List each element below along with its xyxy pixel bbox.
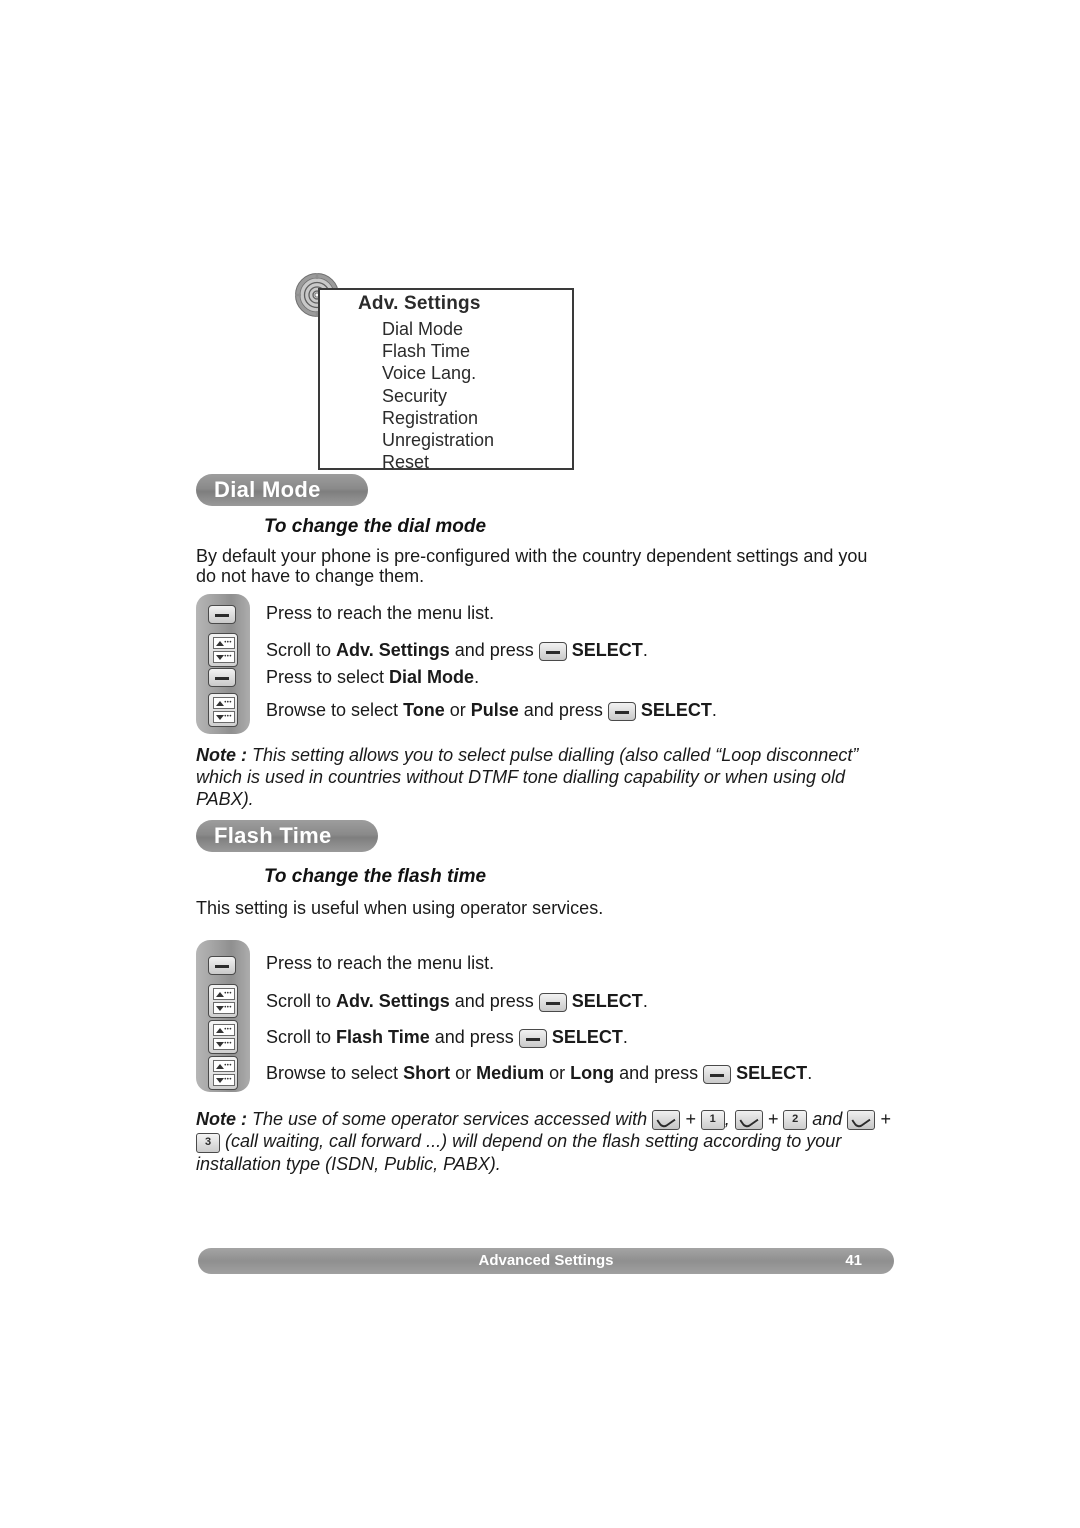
digit-key-3-icon: 3 bbox=[196, 1132, 220, 1153]
note-body-a: The use of some operator services access… bbox=[247, 1109, 653, 1129]
manual-page: Adv. Settings Dial Mode Flash Time Voice… bbox=[0, 0, 1080, 1528]
note-flash-time: Note : The use of some operator services… bbox=[196, 1108, 906, 1175]
steps-block-flash-time: Press to reach the menu list. ••• ••• Sc… bbox=[196, 940, 896, 1092]
nav-key-icon: ••• ••• bbox=[208, 633, 238, 667]
select-key-icon bbox=[208, 605, 236, 624]
page-footer: Advanced Settings 41 bbox=[198, 1248, 894, 1274]
menu-item: Reset bbox=[382, 452, 430, 473]
menu-item: Voice Lang. bbox=[382, 363, 477, 384]
select-key-icon bbox=[703, 1064, 732, 1084]
handset-key-icon bbox=[652, 1110, 681, 1131]
note-and: and bbox=[807, 1109, 848, 1129]
footer-page-number: 41 bbox=[845, 1252, 862, 1269]
digit-key-2-icon: 2 bbox=[783, 1110, 808, 1131]
step-text: Scroll to Adv. Settings and press SELECT… bbox=[266, 640, 648, 661]
menu-item: Security bbox=[382, 385, 448, 406]
step-text: Press to select Dial Mode. bbox=[266, 667, 480, 687]
select-key-icon bbox=[607, 701, 636, 721]
section-banner-dial-mode: Dial Mode bbox=[196, 474, 368, 506]
note-body: This setting allows you to select pulse … bbox=[196, 745, 859, 809]
menu-item: Unregistration bbox=[382, 430, 495, 451]
handset-key-icon bbox=[847, 1110, 876, 1131]
menu-item: Flash Time bbox=[382, 341, 471, 362]
menu-item: Dial Mode bbox=[382, 319, 464, 339]
select-key-icon bbox=[518, 1028, 547, 1048]
note-plus-2: + bbox=[762, 1109, 784, 1129]
nav-key-icon: ••• ••• bbox=[208, 693, 238, 727]
step-text: Browse to select Tone or Pulse and press… bbox=[266, 700, 717, 721]
menu-screen-illustration: Adv. Settings Dial Mode Flash Time Voice… bbox=[318, 288, 574, 473]
note-comma: , bbox=[724, 1109, 735, 1129]
steps-block-dial-mode: Press to reach the menu list. ••• ••• Sc… bbox=[196, 594, 896, 734]
intro-paragraph-dial-mode: By default your phone is pre-configured … bbox=[196, 546, 868, 586]
note-body-b: (call waiting, call forward ...) will de… bbox=[196, 1131, 842, 1174]
menu-screen-list: Dial Mode Flash Time Voice Lang. Securit… bbox=[382, 318, 494, 473]
subheading-dial-mode: To change the dial mode bbox=[264, 516, 487, 537]
select-key-icon bbox=[538, 641, 567, 661]
select-key-icon bbox=[208, 956, 236, 975]
subheading-flash-time: To change the flash time bbox=[264, 866, 487, 887]
select-key-icon bbox=[538, 992, 567, 1012]
step-text: Press to reach the menu list. bbox=[266, 953, 495, 973]
nav-key-icon: ••• ••• bbox=[208, 1056, 238, 1090]
step-text: Scroll to Adv. Settings and press SELECT… bbox=[266, 991, 648, 1012]
step-text: Press to reach the menu list. bbox=[266, 603, 495, 623]
intro-paragraph-flash-time: This setting is useful when using operat… bbox=[196, 898, 604, 918]
select-key-icon bbox=[208, 668, 236, 687]
note-label: Note : bbox=[196, 745, 247, 765]
step-text: Scroll to Flash Time and press SELECT. bbox=[266, 1027, 628, 1048]
footer-title: Advanced Settings bbox=[478, 1252, 614, 1269]
note-plus-3: + bbox=[875, 1109, 891, 1129]
digit-key-1-icon: 1 bbox=[700, 1110, 725, 1131]
nav-key-icon: ••• ••• bbox=[208, 984, 238, 1018]
section-banner-flash-time: Flash Time bbox=[196, 820, 378, 852]
handset-key-icon bbox=[734, 1110, 763, 1131]
menu-screen-title: Adv. Settings bbox=[358, 293, 481, 314]
note-dial-mode: Note : This setting allows you to select… bbox=[196, 744, 896, 810]
step-text: Browse to select Short or Medium or Long… bbox=[266, 1063, 813, 1084]
note-plus-1: + bbox=[680, 1109, 701, 1129]
menu-item: Registration bbox=[382, 407, 479, 428]
note-label: Note : bbox=[196, 1109, 247, 1129]
nav-key-icon: ••• ••• bbox=[208, 1020, 238, 1054]
